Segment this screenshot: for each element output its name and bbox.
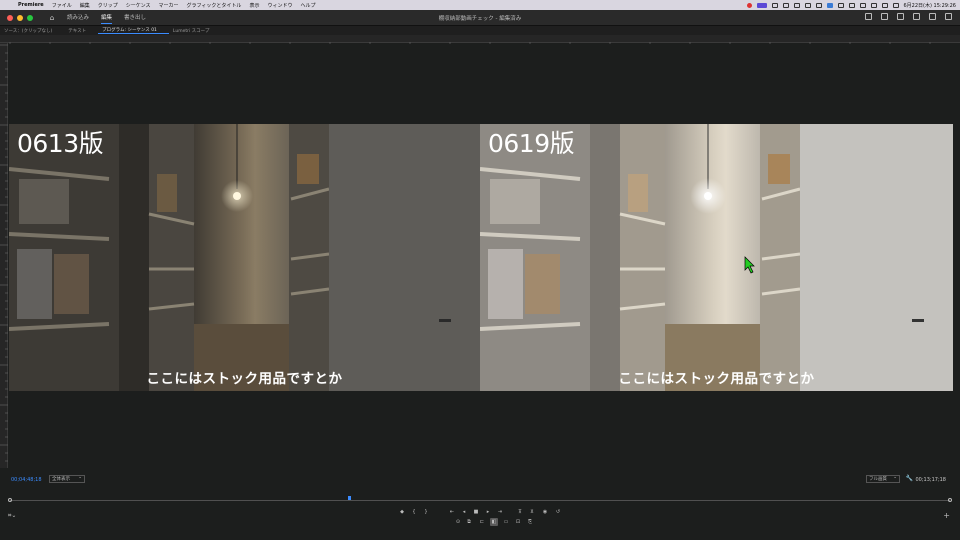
menu-icon[interactable] bbox=[913, 13, 920, 20]
record-icon[interactable] bbox=[746, 2, 752, 8]
zoom-window-button[interactable] bbox=[27, 14, 33, 21]
menu-sequence[interactable]: シーケンス bbox=[122, 2, 155, 9]
tab-text[interactable]: テキスト bbox=[64, 28, 98, 34]
version-label-right: 0619版 bbox=[488, 129, 575, 158]
version-label-left: 0613版 bbox=[17, 129, 104, 158]
menu-help[interactable]: ヘルプ bbox=[296, 2, 319, 9]
mark-in-icon[interactable]: { bbox=[410, 508, 418, 516]
program-monitor[interactable]: 0613版 ここにはストック用品ですとか 0619版 ここにはストック用品ですと… bbox=[9, 44, 960, 467]
add-button-icon[interactable]: + bbox=[943, 511, 950, 520]
add-marker-icon[interactable]: ◆ bbox=[398, 508, 406, 516]
panel-icon[interactable] bbox=[881, 13, 888, 20]
transport-controls: ◆ { } ⇤ ◂ ■ ▸ ⇥ ⊼ ⊻ ◉ ↺ ⊙ ⧉ ⊏ ◧ ▭ ⊡ ⎘ bbox=[398, 508, 568, 528]
workspace-tab-export[interactable]: 書き出し bbox=[124, 11, 146, 24]
resolution-select[interactable]: フル画質 bbox=[866, 474, 900, 483]
storage-room-image-right bbox=[480, 124, 953, 391]
battery-icon[interactable] bbox=[870, 2, 877, 8]
undo-icon[interactable]: ↺ bbox=[554, 508, 562, 516]
scrub-track[interactable] bbox=[10, 500, 950, 501]
go-to-in-icon[interactable]: ⇤ bbox=[448, 508, 456, 516]
scrub-start-handle[interactable] bbox=[8, 498, 12, 502]
wifi-icon[interactable] bbox=[859, 2, 866, 8]
menu-view[interactable]: 表示 bbox=[245, 2, 263, 9]
monitor-status-bar: 00;04;48;18 全体表示 フル画質 🔧 00;13;17;18 bbox=[0, 474, 960, 488]
window-controls bbox=[7, 14, 33, 21]
fit-select[interactable]: 全体表示 bbox=[49, 474, 85, 483]
menu-window[interactable]: ウィンドウ bbox=[263, 2, 296, 9]
workspace-tab-edit[interactable]: 編集 bbox=[101, 11, 113, 24]
share-icon[interactable] bbox=[897, 13, 904, 20]
menubar-clock[interactable]: 6月22日(木) 15:29:26 bbox=[904, 2, 957, 9]
go-to-out-icon[interactable]: ⇥ bbox=[496, 508, 504, 516]
storage-room-image-left bbox=[9, 124, 480, 391]
comparison-view-icon[interactable]: ◧ bbox=[490, 518, 498, 526]
tray-icon[interactable] bbox=[804, 2, 811, 8]
tray-icon[interactable] bbox=[793, 2, 800, 8]
current-timecode[interactable]: 00;04;48;18 bbox=[11, 477, 42, 483]
step-back-icon[interactable]: ◂ bbox=[460, 508, 468, 516]
lift-icon[interactable]: ⊼ bbox=[516, 508, 524, 516]
duration-timecode: 00;13;17;18 bbox=[915, 477, 946, 483]
horizontal-ruler bbox=[0, 35, 960, 50]
subtitle-left: ここにはストック用品ですとか bbox=[146, 371, 343, 387]
bluetooth-icon[interactable] bbox=[837, 2, 844, 8]
stop-icon[interactable]: ■ bbox=[472, 508, 480, 516]
tray-icon[interactable] bbox=[782, 2, 789, 8]
video-frame-right: 0619版 ここにはストック用品ですとか bbox=[480, 124, 953, 391]
workspace-tab-import[interactable]: 読み込み bbox=[67, 11, 89, 24]
step-forward-icon[interactable]: ▸ bbox=[484, 508, 492, 516]
vr-icon[interactable]: ⊡ bbox=[514, 518, 522, 526]
search-icon[interactable] bbox=[881, 2, 888, 8]
status-tray: 6月22日(木) 15:29:26 bbox=[746, 0, 957, 10]
vertical-ruler bbox=[0, 43, 8, 468]
scrub-end-handle[interactable] bbox=[948, 498, 952, 502]
export-frame-icon[interactable]: ◉ bbox=[541, 508, 549, 516]
app-tray-icon[interactable] bbox=[756, 2, 767, 8]
notifications-icon[interactable] bbox=[929, 13, 936, 20]
scrub-bar[interactable] bbox=[8, 496, 952, 504]
close-window-button[interactable] bbox=[7, 14, 13, 21]
settings-icon[interactable]: ⌗⌄ bbox=[8, 512, 16, 520]
overwrite-icon[interactable]: ▭ bbox=[502, 518, 510, 526]
tray-icon[interactable] bbox=[826, 2, 833, 8]
insert-icon[interactable]: ⊏ bbox=[478, 518, 486, 526]
volume-icon[interactable] bbox=[848, 2, 855, 8]
menu-graphics[interactable]: グラフィックとタイトル bbox=[183, 2, 246, 9]
safe-margins-icon[interactable]: ⧉ bbox=[465, 518, 473, 526]
menu-app[interactable]: Premiere bbox=[14, 2, 48, 8]
panel-tab-bar: ソース：(クリップなし) テキスト プログラム: シーケンス 01 Lumetr… bbox=[0, 26, 960, 35]
subtitle-right: ここにはストック用品ですとか bbox=[618, 371, 815, 387]
mark-out-icon[interactable]: } bbox=[422, 508, 430, 516]
wrench-icon[interactable]: 🔧 bbox=[906, 475, 913, 482]
fullscreen-icon[interactable] bbox=[945, 13, 952, 20]
minimize-window-button[interactable] bbox=[17, 14, 23, 21]
playhead[interactable] bbox=[348, 496, 351, 500]
menu-marker[interactable]: マーカー bbox=[155, 2, 183, 9]
menu-edit[interactable]: 編集 bbox=[76, 2, 94, 9]
video-frame-left: 0613版 ここにはストック用品ですとか bbox=[9, 124, 480, 391]
tab-program[interactable]: プログラム: シーケンス 01 bbox=[98, 27, 169, 34]
macos-menubar: Premiere ファイル 編集 クリップ シーケンス マーカー グラフィックと… bbox=[0, 0, 960, 10]
titlebar-tools bbox=[865, 13, 952, 20]
home-icon[interactable]: ⌂ bbox=[47, 13, 57, 23]
workspace-tabs: 読み込み 編集 書き出し bbox=[67, 11, 146, 24]
tray-icon[interactable] bbox=[771, 2, 778, 8]
control-center-icon[interactable] bbox=[892, 2, 899, 8]
menu-file[interactable]: ファイル bbox=[48, 2, 76, 9]
extract-icon[interactable]: ⊻ bbox=[528, 508, 536, 516]
tray-icon[interactable] bbox=[815, 2, 822, 8]
tab-source[interactable]: ソース：(クリップなし) bbox=[0, 28, 64, 34]
tab-lumetri-scopes[interactable]: Lumetri スコープ bbox=[169, 28, 221, 34]
share-frame-icon[interactable]: ⎘ bbox=[526, 518, 534, 526]
menu-clip[interactable]: クリップ bbox=[94, 2, 122, 9]
app-titlebar: ⌂ 読み込み 編集 書き出し 棚収納部動画チェック - 編集済み bbox=[0, 10, 960, 26]
workspaces-icon[interactable] bbox=[865, 13, 872, 20]
loop-icon[interactable]: ⊙ bbox=[454, 518, 462, 526]
